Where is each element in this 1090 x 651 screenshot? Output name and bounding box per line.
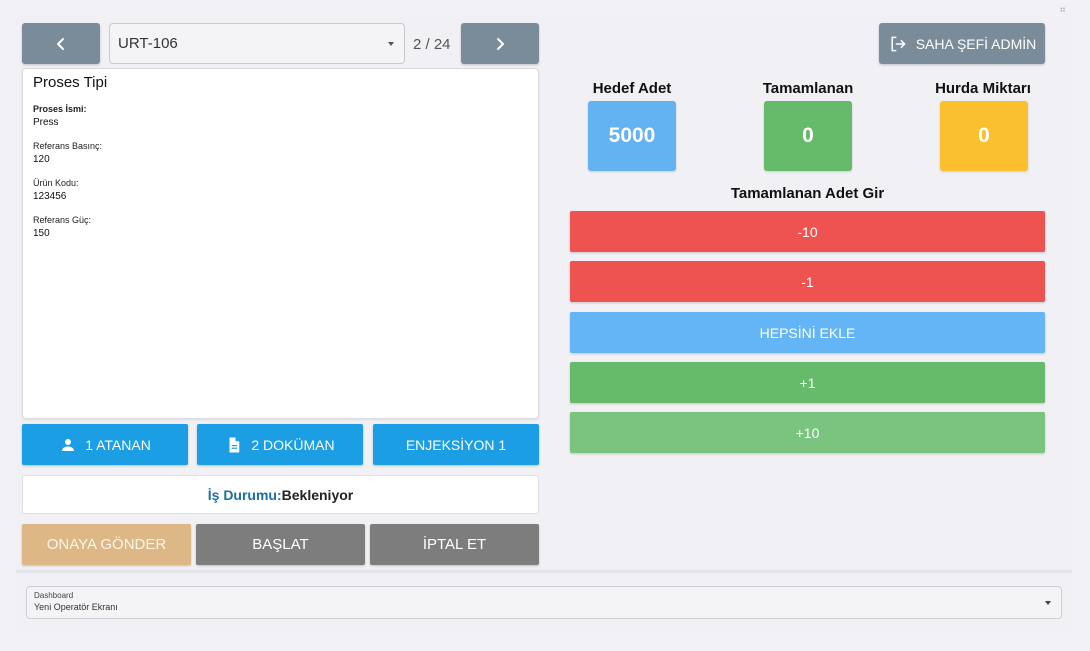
target-count-title: Hedef Adet bbox=[592, 80, 672, 97]
dashboard-select[interactable]: Dashboard Yeni Operatör Ekranı bbox=[26, 586, 1062, 619]
next-button[interactable] bbox=[461, 23, 539, 64]
person-icon bbox=[62, 438, 75, 451]
job-status: İş Durumu: Bekleniyor bbox=[22, 475, 539, 514]
admin-button-label: SAHA ŞEFİ ADMİN bbox=[915, 35, 1037, 52]
field-value: Press bbox=[33, 117, 59, 128]
chevron-right-icon bbox=[497, 37, 504, 50]
start-button[interactable]: BAŞLAT bbox=[196, 524, 365, 565]
injection-button-label: ENJEKSİYON 1 bbox=[405, 436, 507, 453]
dashboard-select-value: Yeni Operatör Ekranı bbox=[34, 602, 118, 612]
minus-one-button[interactable]: -1 bbox=[570, 261, 1045, 302]
field-reference-power: Referans Güç: 150 bbox=[33, 214, 528, 241]
caret-down-icon bbox=[388, 42, 394, 46]
previous-button[interactable] bbox=[22, 23, 100, 64]
divider bbox=[16, 570, 1072, 573]
document-icon bbox=[229, 437, 240, 452]
plus-ten-label: +10 bbox=[795, 424, 820, 441]
field-value: 120 bbox=[33, 154, 50, 165]
job-status-label: İş Durumu: bbox=[207, 486, 282, 503]
assigned-button[interactable]: 1 ATANAN bbox=[22, 424, 188, 465]
plus-one-label: +1 bbox=[799, 374, 816, 391]
field-label: Referans Güç: bbox=[33, 215, 92, 225]
admin-button[interactable]: SAHA ŞEFİ ADMİN bbox=[879, 23, 1045, 64]
pager-indicator: 2 / 24 bbox=[413, 36, 451, 53]
scrap-count-box: 0 bbox=[940, 101, 1028, 171]
field-label: Referans Basınç: bbox=[33, 141, 103, 151]
add-all-label: HEPSİNİ EKLE bbox=[759, 324, 856, 341]
completed-count-title: Tamamlanan bbox=[762, 80, 854, 97]
entry-title: Tamamlanan Adet Gir bbox=[730, 185, 885, 202]
field-value: 150 bbox=[33, 228, 50, 239]
completed-count-box: 0 bbox=[764, 101, 852, 171]
caret-down-icon bbox=[1045, 601, 1051, 605]
injection-button[interactable]: ENJEKSİYON 1 bbox=[373, 424, 539, 465]
minus-one-label: -1 bbox=[801, 273, 814, 290]
add-all-button[interactable]: HEPSİNİ EKLE bbox=[570, 312, 1045, 353]
field-label: Proses İsmi: bbox=[33, 104, 87, 114]
field-label: Ürün Kodu: bbox=[33, 178, 79, 188]
field-process-name: Proses İsmi: Press bbox=[33, 103, 528, 130]
minus-ten-button[interactable]: -10 bbox=[570, 211, 1045, 252]
plus-one-button[interactable]: +1 bbox=[570, 362, 1045, 403]
submit-approval-label: ONAYA GÖNDER bbox=[46, 536, 167, 553]
submit-approval-button[interactable]: ONAYA GÖNDER bbox=[22, 524, 191, 565]
chevron-left-icon bbox=[57, 37, 64, 50]
order-select[interactable]: URT-106 bbox=[109, 23, 405, 64]
assigned-button-label: 1 ATANAN bbox=[85, 436, 151, 453]
documents-button-label: 2 DOKÜMAN bbox=[251, 436, 335, 453]
process-card-title: Proses Tipi bbox=[33, 74, 108, 91]
job-status-value: Bekleniyor bbox=[281, 486, 354, 503]
process-card: Proses Tipi Proses İsmi: Press Referans … bbox=[22, 68, 539, 419]
field-product-code: Ürün Kodu: 123456 bbox=[33, 177, 528, 204]
cancel-label: İPTAL ET bbox=[422, 536, 487, 553]
target-count-box: 5000 bbox=[588, 101, 676, 171]
documents-button[interactable]: 2 DOKÜMAN bbox=[197, 424, 363, 465]
logout-icon bbox=[891, 36, 906, 51]
plus-ten-button[interactable]: +10 bbox=[570, 412, 1045, 453]
minus-ten-label: -10 bbox=[797, 223, 818, 240]
field-value: 123456 bbox=[33, 191, 67, 202]
window-resize-icon: ⠶ bbox=[1059, 4, 1066, 14]
cancel-button[interactable]: İPTAL ET bbox=[370, 524, 539, 565]
order-select-value: URT-106 bbox=[118, 35, 178, 52]
scrap-count-title: Hurda Miktarı bbox=[935, 80, 1031, 97]
start-label: BAŞLAT bbox=[252, 536, 309, 553]
dashboard-select-label: Dashboard bbox=[34, 591, 74, 600]
field-reference-pressure: Referans Basınç: 120 bbox=[33, 140, 528, 167]
